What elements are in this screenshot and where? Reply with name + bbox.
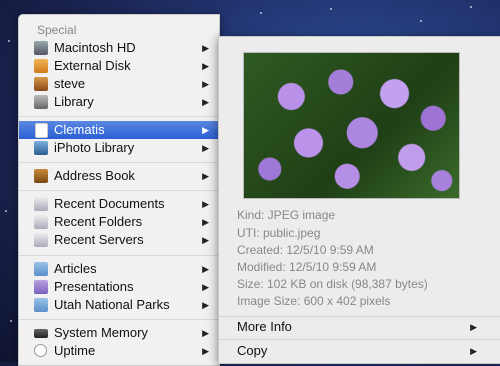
memory-icon bbox=[34, 329, 48, 338]
recent-servers-icon bbox=[34, 233, 48, 247]
submenu-arrow-icon: ▶ bbox=[202, 300, 209, 310]
menu-item-uptime[interactable]: Uptime ▶ bbox=[19, 342, 219, 360]
address-book-icon bbox=[34, 169, 48, 183]
submenu-arrow-icon: ▶ bbox=[202, 61, 209, 71]
submenu-arrow-icon: ▶ bbox=[202, 199, 209, 209]
submenu-arrow-icon: ▶ bbox=[202, 125, 209, 135]
menu-separator bbox=[19, 116, 219, 117]
submenu-arrow-icon: ▶ bbox=[202, 97, 209, 107]
menu-item-macintosh-hd[interactable]: Macintosh HD ▶ bbox=[19, 39, 219, 57]
menu-separator bbox=[19, 162, 219, 163]
menu-item-steve[interactable]: steve ▶ bbox=[19, 75, 219, 93]
info-created: Created: 12/5/10 9:59 AM bbox=[237, 243, 374, 257]
folder-icon bbox=[34, 298, 48, 312]
preview-panel: Kind: JPEG image UTI: public.jpeg Create… bbox=[218, 36, 500, 364]
menu-item-label: Macintosh HD bbox=[54, 40, 136, 55]
menu-separator bbox=[19, 255, 219, 256]
section-header-special: Special bbox=[37, 23, 77, 37]
menu-item-recent-servers[interactable]: Recent Servers ▶ bbox=[19, 231, 219, 249]
menu-item-address-book[interactable]: Address Book ▶ bbox=[19, 167, 219, 185]
action-label: More Info bbox=[237, 319, 292, 334]
submenu-arrow-icon: ▶ bbox=[202, 282, 209, 292]
recent-documents-icon bbox=[34, 197, 48, 211]
hard-drive-icon bbox=[34, 41, 48, 55]
menu-item-system-memory[interactable]: System Memory ▶ bbox=[19, 324, 219, 342]
submenu-arrow-icon: ▶ bbox=[202, 235, 209, 245]
menu-item-recent-documents[interactable]: Recent Documents ▶ bbox=[19, 195, 219, 213]
info-size: Size: 102 KB on disk (98,387 bytes) bbox=[237, 277, 428, 291]
info-kind: Kind: JPEG image bbox=[237, 208, 336, 222]
menu-item-label: Uptime bbox=[54, 343, 96, 358]
menu-item-label: Presentations bbox=[54, 279, 134, 294]
menu-item-label: Articles bbox=[54, 261, 97, 276]
menu-item-label: Clematis bbox=[54, 122, 105, 137]
menu-item-label: Recent Documents bbox=[54, 196, 165, 211]
menu-item-external-disk[interactable]: External Disk ▶ bbox=[19, 57, 219, 75]
menu-item-utah-national-parks[interactable]: Utah National Parks ▶ bbox=[19, 296, 219, 314]
submenu-arrow-icon: ▶ bbox=[202, 171, 209, 181]
submenu-arrow-icon: ▶ bbox=[202, 79, 209, 89]
iphoto-icon bbox=[34, 141, 48, 155]
launcher-menu: Special Macintosh HD ▶ External Disk ▶ s… bbox=[18, 14, 220, 366]
menu-item-label: Library bbox=[54, 94, 94, 109]
menu-item-label: Recent Servers bbox=[54, 232, 144, 247]
menu-separator bbox=[19, 190, 219, 191]
menu-item-recent-folders[interactable]: Recent Folders ▶ bbox=[19, 213, 219, 231]
menu-item-label: iPhoto Library bbox=[54, 140, 135, 155]
home-icon bbox=[34, 77, 48, 91]
folder-icon bbox=[34, 262, 48, 276]
submenu-arrow-icon: ▶ bbox=[470, 346, 477, 356]
more-info-button[interactable]: More Info ▶ bbox=[219, 316, 500, 338]
info-uti: UTI: public.jpeg bbox=[237, 226, 321, 240]
submenu-arrow-icon: ▶ bbox=[202, 143, 209, 153]
folder-icon bbox=[34, 280, 48, 294]
menu-item-articles[interactable]: Articles ▶ bbox=[19, 260, 219, 278]
external-disk-icon bbox=[34, 59, 48, 73]
menu-item-label: Recent Folders bbox=[54, 214, 143, 229]
menu-item-iphoto-library[interactable]: iPhoto Library ▶ bbox=[19, 139, 219, 157]
menu-item-label: External Disk bbox=[54, 58, 131, 73]
info-modified: Modified: 12/5/10 9:59 AM bbox=[237, 260, 377, 274]
jpeg-file-icon bbox=[35, 123, 48, 138]
submenu-arrow-icon: ▶ bbox=[202, 217, 209, 227]
info-image-size: Image Size: 600 x 402 pixels bbox=[237, 294, 391, 308]
submenu-arrow-icon: ▶ bbox=[202, 43, 209, 53]
menu-item-clematis[interactable]: Clematis ▶ bbox=[19, 121, 219, 139]
submenu-arrow-icon: ▶ bbox=[202, 264, 209, 274]
library-icon bbox=[34, 95, 48, 109]
menu-item-presentations[interactable]: Presentations ▶ bbox=[19, 278, 219, 296]
clock-icon bbox=[34, 344, 47, 357]
menu-item-label: Utah National Parks bbox=[54, 297, 170, 312]
submenu-arrow-icon: ▶ bbox=[470, 322, 477, 332]
recent-folders-icon bbox=[34, 215, 48, 229]
menu-item-library[interactable]: Library ▶ bbox=[19, 93, 219, 111]
menu-separator bbox=[19, 319, 219, 320]
copy-button[interactable]: Copy ▶ bbox=[219, 340, 500, 362]
menu-item-label: steve bbox=[54, 76, 86, 91]
clematis-thumbnail bbox=[243, 52, 460, 199]
menu-item-label: Address Book bbox=[54, 168, 135, 183]
submenu-arrow-icon: ▶ bbox=[202, 346, 209, 356]
action-label: Copy bbox=[237, 343, 268, 358]
menu-item-label: System Memory bbox=[54, 325, 148, 340]
submenu-arrow-icon: ▶ bbox=[202, 328, 209, 338]
